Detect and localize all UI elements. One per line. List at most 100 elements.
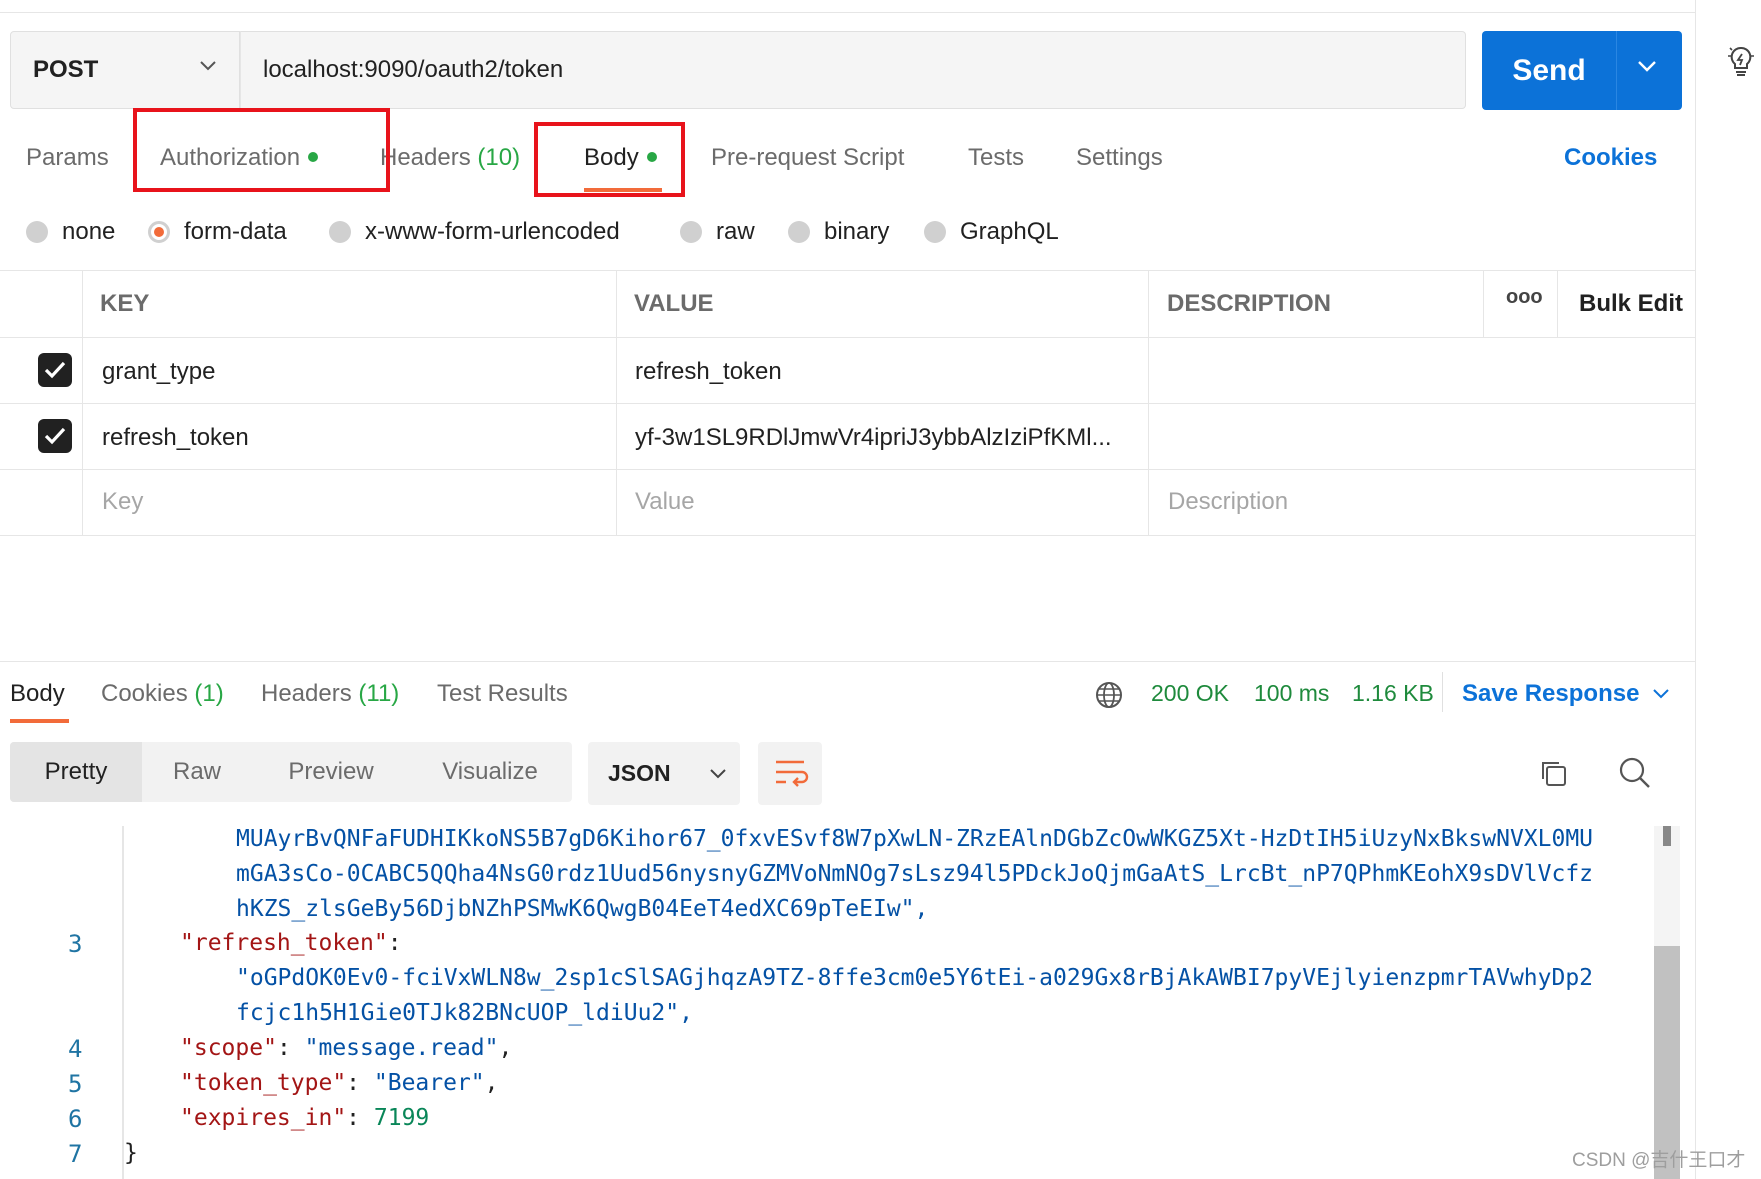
code-punct: : <box>346 1070 374 1096</box>
method-label: POST <box>33 56 99 83</box>
method-select[interactable]: POST <box>10 31 240 109</box>
search-icon[interactable] <box>1618 756 1652 790</box>
row-checkbox[interactable] <box>38 353 72 387</box>
code-punct: : <box>346 1105 374 1131</box>
response-tab-body-label: Body <box>10 680 65 707</box>
response-tab-cookies[interactable]: Cookies (1) <box>101 680 224 708</box>
view-mode-visualize[interactable]: Visualize <box>420 742 560 802</box>
globe-icon[interactable] <box>1094 680 1124 710</box>
radio-binary-label: binary <box>824 218 890 245</box>
send-options-chevron-icon[interactable] <box>1636 59 1658 73</box>
response-tab-test-results-label: Test Results <box>437 680 568 707</box>
column-divider <box>1483 270 1484 337</box>
status-code[interactable]: 200 OK <box>1151 680 1229 707</box>
radio-none[interactable]: none <box>26 218 115 246</box>
response-size[interactable]: 1.16 KB <box>1352 680 1434 707</box>
tab-params[interactable]: Params <box>26 144 109 172</box>
chevron-down-icon[interactable] <box>1652 688 1670 700</box>
column-divider <box>82 270 83 535</box>
send-button-group[interactable]: Send <box>1482 31 1682 110</box>
response-tab-headers-label: Headers <box>261 680 352 707</box>
response-tab-body[interactable]: Body <box>10 680 65 708</box>
view-mode-raw[interactable]: Raw <box>142 742 252 802</box>
code-line: } <box>124 1140 138 1166</box>
radio-circle <box>26 221 48 243</box>
check-icon <box>44 361 66 379</box>
chevron-down-icon <box>200 61 216 71</box>
copy-icon[interactable] <box>1538 758 1570 790</box>
radio-graphql-label: GraphQL <box>960 218 1059 245</box>
column-divider <box>616 270 617 535</box>
table-border <box>0 535 1695 536</box>
radio-circle <box>924 221 946 243</box>
tab-headers-label: Headers <box>380 144 471 171</box>
send-button[interactable]: Send <box>1482 31 1616 110</box>
view-mode-preview-label: Preview <box>288 758 374 785</box>
bulk-edit-button[interactable]: Bulk Edit <box>1579 290 1683 318</box>
format-select[interactable]: JSON <box>588 742 740 805</box>
response-code-viewer[interactable]: MUAyrBvQNFaFUDHIKkoNS5B7gD6Kihor67_0fxvE… <box>10 826 1653 1179</box>
response-tab-headers[interactable]: Headers (11) <box>261 680 399 708</box>
response-tab-test-results[interactable]: Test Results <box>437 680 568 708</box>
row-key[interactable]: grant_type <box>102 358 215 386</box>
table-border <box>0 337 1695 338</box>
response-tab-cookies-count: (1) <box>194 680 224 707</box>
view-mode-preview[interactable]: Preview <box>268 742 394 802</box>
code-number: 7199 <box>373 1105 430 1131</box>
radio-circle <box>680 221 702 243</box>
radio-binary[interactable]: binary <box>788 218 889 246</box>
tab-pre-request-script[interactable]: Pre-request Script <box>711 144 904 172</box>
new-key-input[interactable]: Key <box>102 488 143 516</box>
response-tab-headers-count: (11) <box>358 680 400 707</box>
scroll-marker <box>1663 826 1671 846</box>
save-response-button[interactable]: Save Response <box>1462 680 1639 708</box>
tab-settings-label: Settings <box>1076 144 1163 171</box>
more-options-icon[interactable]: ooo <box>1506 286 1543 309</box>
radio-form-data[interactable]: form-data <box>148 218 287 246</box>
view-mode-pretty[interactable]: Pretty <box>10 742 142 802</box>
code-line: mGA3sCo-0CABC5QQha4NsG0rdz1Uud56nysnyGZM… <box>236 861 1594 887</box>
response-time[interactable]: 100 ms <box>1254 680 1329 707</box>
view-mode-visualize-label: Visualize <box>442 758 538 785</box>
status-divider <box>1442 672 1443 712</box>
wrap-lines-button[interactable] <box>758 742 822 805</box>
code-punct: : <box>276 1035 305 1061</box>
code-line: fcjc1h5H1Gie0TJk82BNcUOP_ldiUu2", <box>236 1000 693 1026</box>
response-divider <box>0 661 1695 662</box>
code-line: "refresh_token": <box>180 930 402 956</box>
tab-params-label: Params <box>26 144 109 171</box>
url-input[interactable]: localhost:9090/oauth2/token <box>240 31 1466 109</box>
row-checkbox[interactable] <box>38 419 72 453</box>
tab-settings[interactable]: Settings <box>1076 144 1163 172</box>
code-line: "expires_in": 7199 <box>180 1105 429 1131</box>
table-border <box>0 270 1695 271</box>
tab-tests[interactable]: Tests <box>968 144 1024 172</box>
lightbulb-icon[interactable] <box>1726 44 1756 78</box>
watermark: CSDN @吉什王口才 <box>1572 1150 1746 1171</box>
send-divider <box>1616 31 1617 110</box>
url-text: localhost:9090/oauth2/token <box>263 56 564 83</box>
code-string: "Bearer" <box>373 1070 485 1096</box>
code-string: hKZS_zlsGeBy56DjbNZhPSMwK6QwgB04EeT4edXC… <box>236 896 929 922</box>
radio-graphql[interactable]: GraphQL <box>924 218 1059 246</box>
column-header-key: KEY <box>100 290 150 317</box>
code-line: hKZS_zlsGeBy56DjbNZhPSMwK6QwgB04EeT4edXC… <box>236 896 928 922</box>
row-value[interactable]: yf-3w1SL9RDlJmwVr4ipriJ3ybbAlzIziPfKMl..… <box>635 424 1112 452</box>
tab-headers[interactable]: Headers (10) <box>380 144 520 172</box>
radio-raw[interactable]: raw <box>680 218 755 246</box>
annotation-box-body <box>534 122 685 197</box>
new-description-input[interactable]: Description <box>1168 488 1288 516</box>
cookies-link[interactable]: Cookies <box>1564 144 1657 172</box>
row-key[interactable]: refresh_token <box>102 424 249 452</box>
radio-circle <box>329 221 351 243</box>
new-value-input[interactable]: Value <box>635 488 695 516</box>
format-label: JSON <box>608 760 671 786</box>
code-line: "token_type": "Bearer", <box>180 1070 499 1096</box>
radio-x-www-form-urlencoded[interactable]: x-www-form-urlencoded <box>329 218 620 246</box>
code-key: "token_type" <box>180 1070 347 1096</box>
radio-raw-label: raw <box>716 218 755 245</box>
radio-circle <box>788 221 810 243</box>
column-header-description: DESCRIPTION <box>1167 290 1332 317</box>
line-number-gutter <box>122 826 124 1179</box>
row-value[interactable]: refresh_token <box>635 358 782 386</box>
